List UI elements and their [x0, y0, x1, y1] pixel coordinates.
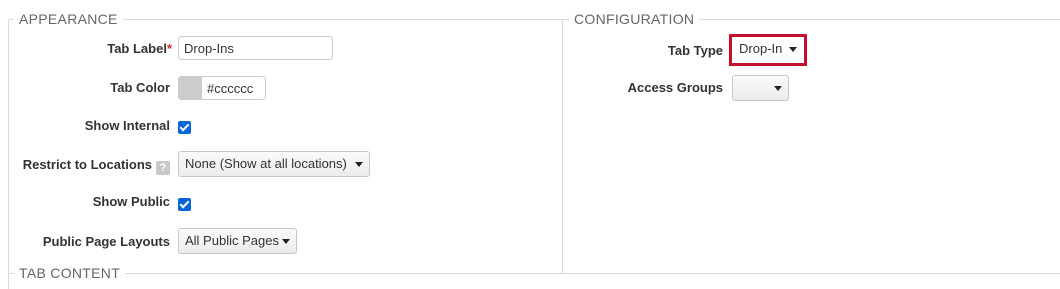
tab-type-select[interactable]: Drop-In [733, 37, 803, 63]
restrict-locations-label: Restrict to Locations? [23, 157, 170, 175]
show-internal-label: Show Internal [84, 118, 170, 133]
tab-type-selected: Drop-In [739, 41, 783, 56]
restrict-locations-select[interactable]: None (Show at all locations) [178, 151, 370, 177]
tab-content-legend: TAB CONTENT [14, 264, 126, 282]
fieldset-divider [562, 19, 563, 273]
tab-label-label: Tab Label* [107, 41, 172, 57]
show-public-checkbox[interactable] [178, 198, 191, 211]
chevron-down-icon [282, 239, 290, 244]
tab-type-label: Tab Type [667, 43, 723, 58]
appearance-legend: APPEARANCE [14, 10, 123, 28]
public-page-layouts-selected: All Public Pages [185, 233, 279, 248]
tab-content-fieldset-top [8, 273, 1060, 274]
tab-content-fieldset-left [8, 273, 9, 289]
required-asterisk: * [166, 41, 172, 56]
chevron-down-icon [789, 47, 797, 52]
show-public-label: Show Public [92, 194, 170, 209]
show-internal-checkbox[interactable] [178, 121, 191, 134]
configuration-legend: CONFIGURATION [569, 10, 700, 28]
tab-color-label: Tab Color [110, 80, 170, 95]
tab-label-input[interactable] [178, 36, 333, 60]
help-icon[interactable]: ? [156, 161, 170, 175]
tab-color-input[interactable] [201, 76, 266, 100]
chevron-down-icon [355, 162, 363, 167]
tab-color-swatch[interactable] [178, 76, 202, 100]
public-page-layouts-label: Public Page Layouts [42, 234, 170, 249]
access-groups-label: Access Groups [627, 80, 723, 95]
public-page-layouts-select[interactable]: All Public Pages [178, 228, 297, 254]
restrict-locations-label-text: Restrict to Locations [22, 157, 152, 172]
restrict-locations-selected: None (Show at all locations) [185, 156, 347, 171]
chevron-down-icon [774, 86, 782, 91]
access-groups-select[interactable] [732, 75, 789, 101]
tab-label-label-text: Tab Label [107, 41, 167, 56]
appearance-fieldset-left [8, 19, 9, 273]
